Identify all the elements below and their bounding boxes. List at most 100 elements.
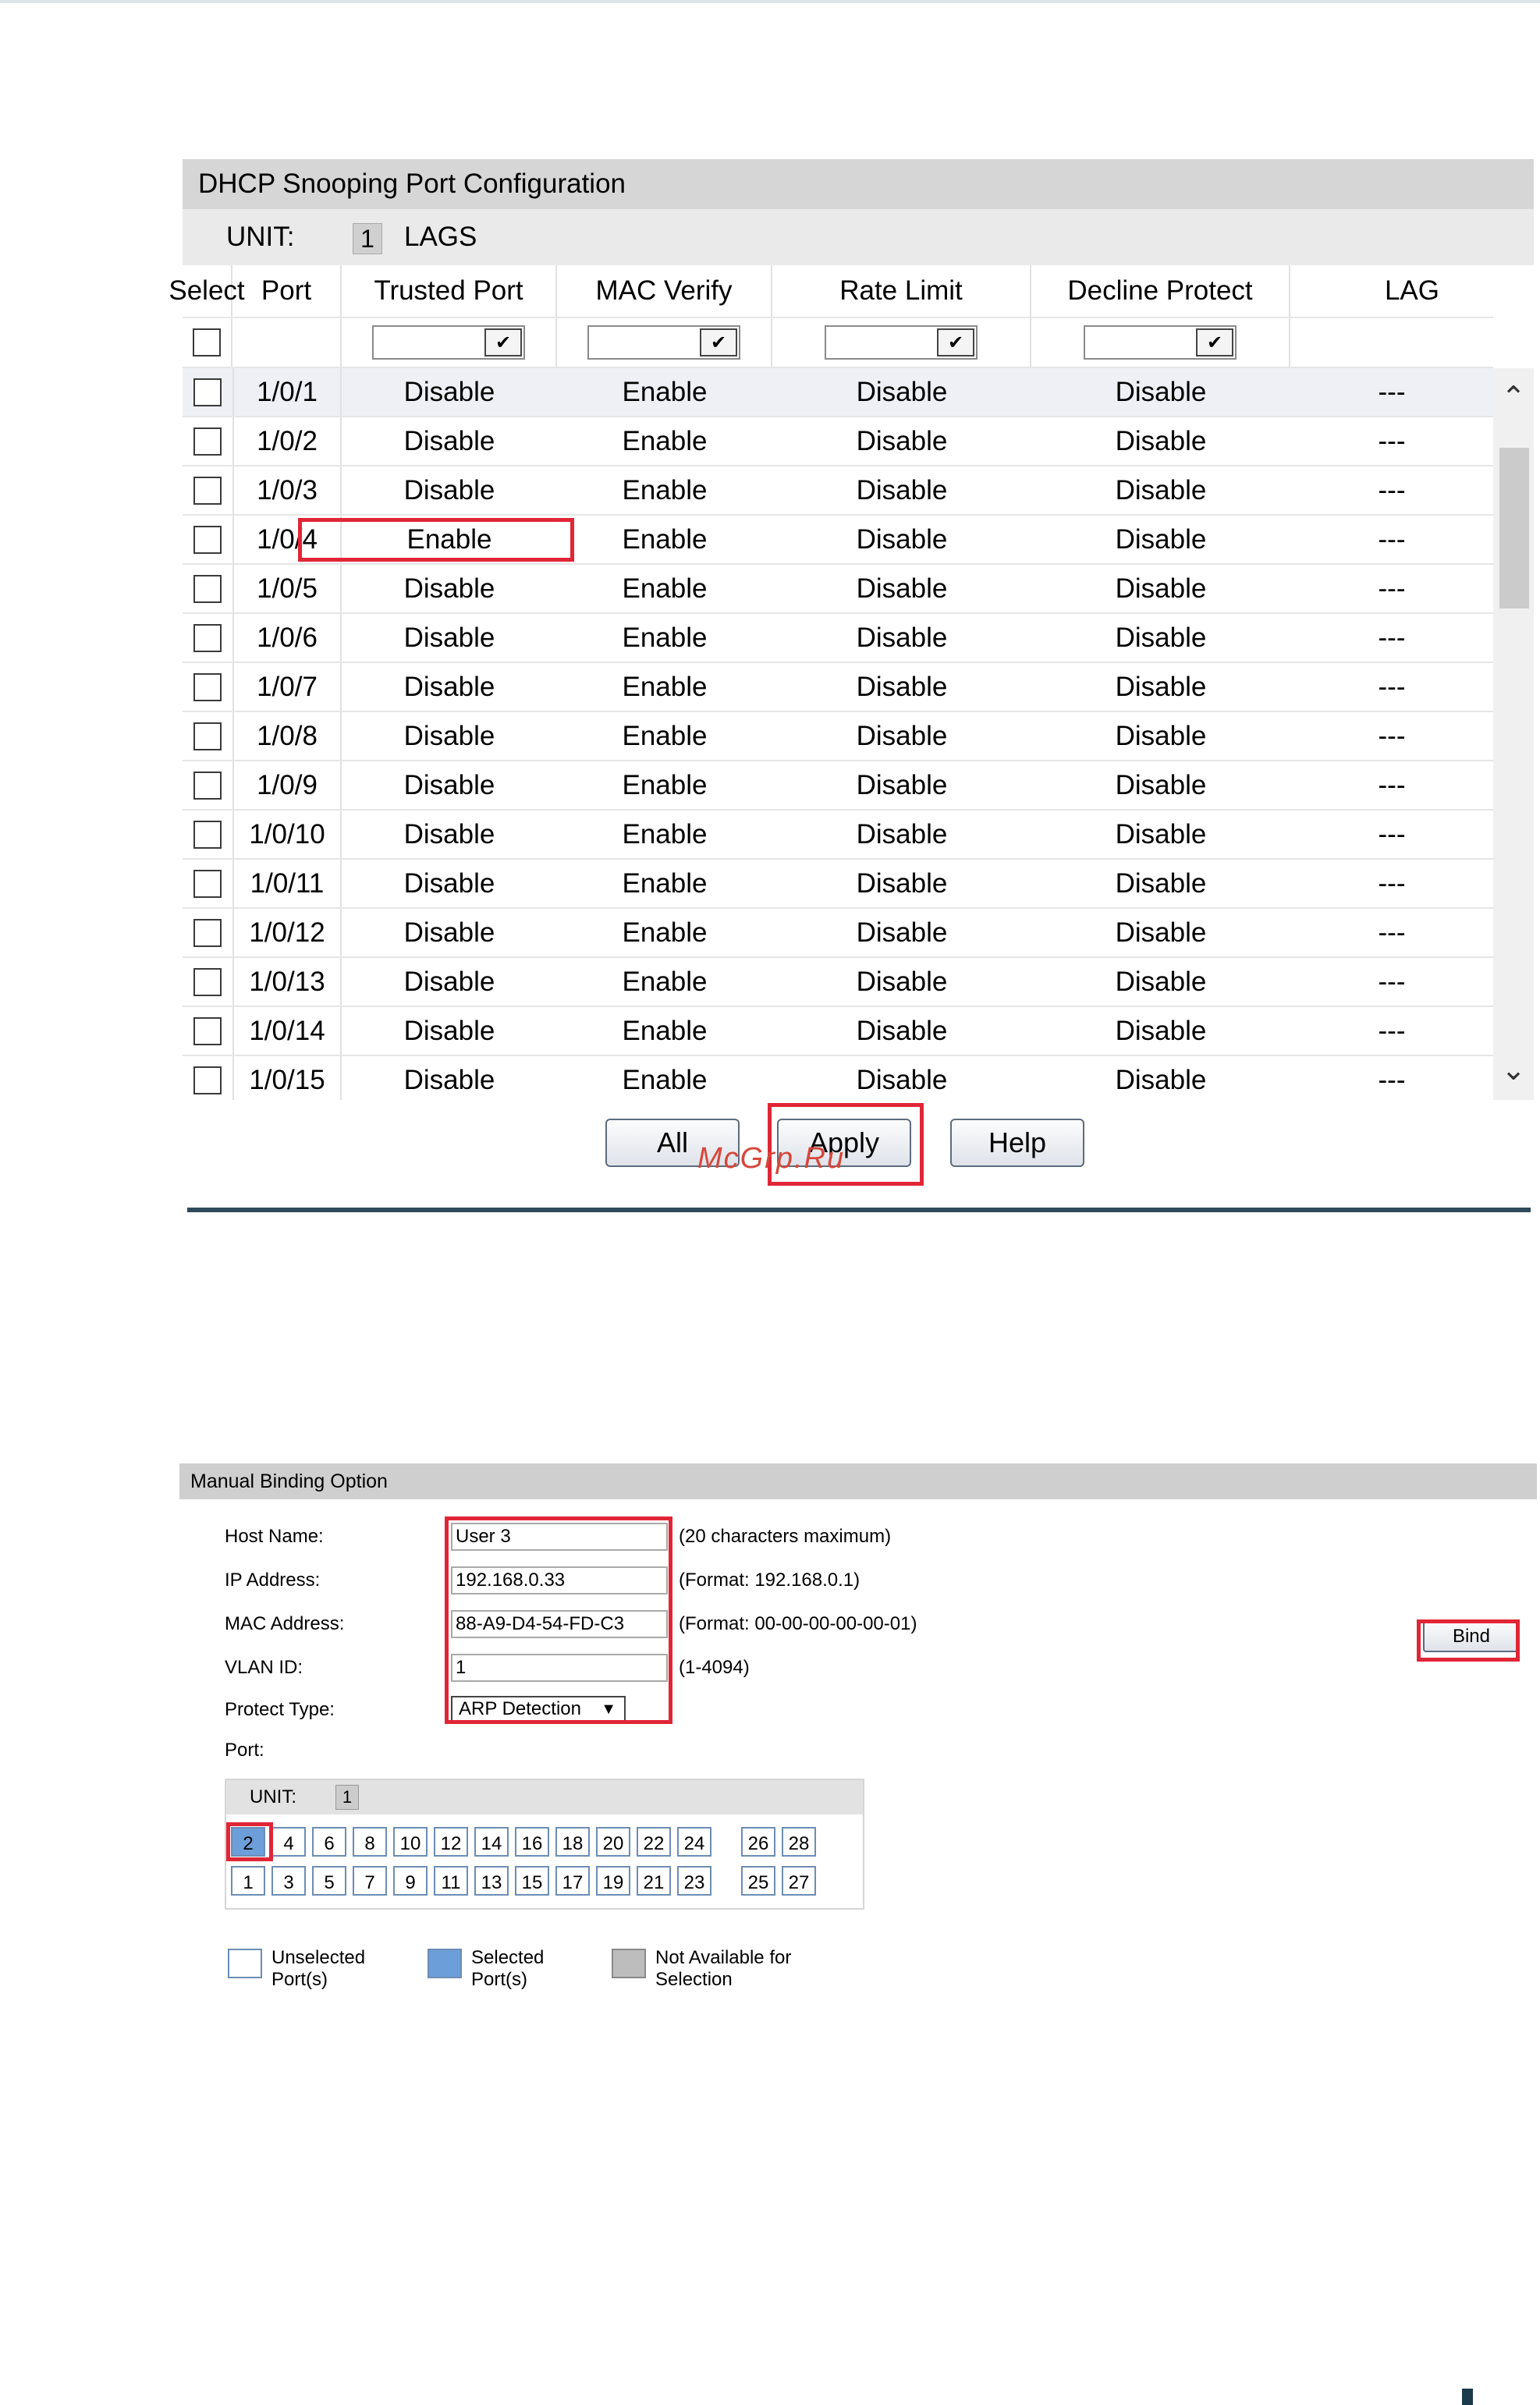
cell-trusted-port: Disable xyxy=(403,720,495,751)
cell-lag: --- xyxy=(1378,1015,1406,1046)
row-checkbox[interactable] xyxy=(193,378,222,406)
port-9-button[interactable]: 9 xyxy=(393,1866,428,1896)
chevron-down-icon: ✔ xyxy=(484,328,522,356)
panel-title: DHCP Snooping Port Configuration xyxy=(183,159,1534,209)
cell-rate-limit: Disable xyxy=(856,720,948,751)
table-header: Select Port Trusted Port MAC Verify Rate… xyxy=(169,265,1493,318)
port-23-button[interactable]: 23 xyxy=(677,1866,711,1896)
port-19-button[interactable]: 19 xyxy=(596,1866,630,1896)
row-checkbox[interactable] xyxy=(193,623,222,652)
cell-decline-protect: Disable xyxy=(1115,573,1207,604)
port-25-button[interactable]: 25 xyxy=(741,1866,775,1896)
port-17-button[interactable]: 17 xyxy=(555,1866,590,1896)
port-28-button[interactable]: 28 xyxy=(782,1827,816,1857)
row-checkbox[interactable] xyxy=(193,771,222,800)
scroll-up-icon[interactable]: ⌃ xyxy=(1493,378,1534,417)
port-12-button[interactable]: 12 xyxy=(434,1827,468,1857)
cell-rate-limit: Disable xyxy=(856,671,948,702)
port-11-button[interactable]: 11 xyxy=(434,1866,468,1896)
row-checkbox[interactable] xyxy=(193,967,222,996)
port-14-button[interactable]: 14 xyxy=(474,1827,509,1857)
row-checkbox[interactable] xyxy=(193,918,222,947)
row-checkbox[interactable] xyxy=(193,820,222,849)
port-24-button[interactable]: 24 xyxy=(677,1827,711,1857)
select-all-checkbox[interactable] xyxy=(193,328,221,356)
cell-rate-limit: Disable xyxy=(856,966,948,997)
scroll-down-icon[interactable]: ⌄ xyxy=(1493,1050,1534,1089)
row-checkbox[interactable] xyxy=(193,672,222,701)
host-name-input[interactable]: User 3 xyxy=(451,1523,668,1551)
port-5-button[interactable]: 5 xyxy=(312,1866,346,1896)
protect-type-select[interactable]: ARP Detection ▼ xyxy=(451,1696,626,1722)
scroll-thumb[interactable] xyxy=(1499,448,1529,608)
port-label: Port: xyxy=(225,1740,264,1761)
cell-decline-protect: Disable xyxy=(1115,376,1207,407)
legend-selected-text: Selected Port(s) xyxy=(471,1947,545,1990)
ip-address-hint: (Format: 192.168.0.1) xyxy=(679,1570,860,1591)
port-8-button[interactable]: 8 xyxy=(353,1827,387,1857)
port-10-button[interactable]: 10 xyxy=(393,1827,428,1857)
help-button[interactable]: Help xyxy=(950,1119,1084,1167)
ip-address-input[interactable]: 192.168.0.33 xyxy=(451,1566,668,1594)
lags-tab[interactable]: LAGS xyxy=(404,209,477,265)
vlan-id-input[interactable]: 1 xyxy=(451,1654,668,1682)
port-2-button[interactable]: 2 xyxy=(231,1827,265,1857)
row-checkbox[interactable] xyxy=(193,1066,222,1094)
port-27-button[interactable]: 27 xyxy=(782,1866,816,1896)
cell-port: 1/0/7 xyxy=(232,663,342,711)
port-1-button[interactable]: 1 xyxy=(231,1866,265,1896)
trusted-port-dropdown[interactable]: ✔ xyxy=(372,325,525,360)
rate-limit-dropdown[interactable]: ✔ xyxy=(825,325,978,360)
mac-address-input[interactable]: 88-A9-D4-54-FD-C3 xyxy=(451,1610,668,1638)
row-select-cell xyxy=(183,761,232,809)
bind-button[interactable]: Bind xyxy=(1423,1621,1520,1652)
row-checkbox[interactable] xyxy=(193,722,222,750)
row-select-cell xyxy=(183,958,232,1006)
filter-decline: ✔ xyxy=(1031,318,1290,367)
port-15-button[interactable]: 15 xyxy=(515,1866,549,1896)
table-scrollbar[interactable]: ⌃ ⌄ xyxy=(1493,368,1534,1100)
table-row: 1/0/2 Disable Enable Disable Disable --- xyxy=(183,417,1493,466)
header-row: Select Port Trusted Port MAC Verify Rate… xyxy=(169,265,1493,318)
table-row: 1/0/10 Disable Enable Disable Disable --- xyxy=(183,811,1493,860)
row-checkbox[interactable] xyxy=(193,525,222,554)
port-3-button[interactable]: 3 xyxy=(271,1866,306,1896)
row-checkbox[interactable] xyxy=(193,427,222,456)
chevron-down-icon: ✔ xyxy=(700,328,737,356)
cell-rate-limit: Disable xyxy=(856,622,948,653)
cell-port: 1/0/2 xyxy=(232,417,342,465)
table-row: 1/0/11 Disable Enable Disable Disable --- xyxy=(183,860,1493,909)
port-7-button[interactable]: 7 xyxy=(353,1866,387,1896)
row-checkbox[interactable] xyxy=(193,476,222,505)
vlan-id-label: VLAN ID: xyxy=(225,1657,303,1678)
port-6-button[interactable]: 6 xyxy=(312,1827,346,1857)
row-checkbox[interactable] xyxy=(193,1016,222,1045)
cell-trusted-port: Disable xyxy=(403,474,495,505)
port-22-button[interactable]: 22 xyxy=(637,1827,671,1857)
mac-verify-dropdown[interactable]: ✔ xyxy=(587,325,740,360)
unit-1-tab[interactable]: 1 xyxy=(353,223,382,254)
port-20-button[interactable]: 20 xyxy=(596,1827,630,1857)
cell-lag: --- xyxy=(1378,523,1406,555)
table-row: 1/0/7 Disable Enable Disable Disable --- xyxy=(183,663,1493,712)
row-select-cell xyxy=(183,565,232,612)
port-26-button[interactable]: 26 xyxy=(741,1827,775,1857)
row-select-cell xyxy=(183,712,232,760)
port-18-button[interactable]: 18 xyxy=(555,1827,590,1857)
legend-unselected-text: Unselected Port(s) xyxy=(271,1947,366,1990)
unit-1-tab[interactable]: 1 xyxy=(335,1785,359,1810)
unit-label: UNIT: xyxy=(250,1786,296,1807)
row-checkbox[interactable] xyxy=(193,574,222,603)
cell-port: 1/0/5 xyxy=(232,565,342,612)
decline-protect-dropdown[interactable]: ✔ xyxy=(1084,325,1237,360)
cell-lag: --- xyxy=(1378,917,1406,948)
port-4-button[interactable]: 4 xyxy=(271,1827,306,1857)
port-16-button[interactable]: 16 xyxy=(515,1827,549,1857)
cell-trusted-port: Disable xyxy=(403,917,495,948)
cell-decline-protect: Disable xyxy=(1115,622,1207,653)
panel-title: Manual Binding Option xyxy=(179,1463,1537,1499)
port-13-button[interactable]: 13 xyxy=(474,1866,509,1896)
row-select-cell xyxy=(183,663,232,711)
port-21-button[interactable]: 21 xyxy=(637,1866,671,1896)
row-checkbox[interactable] xyxy=(193,869,222,898)
